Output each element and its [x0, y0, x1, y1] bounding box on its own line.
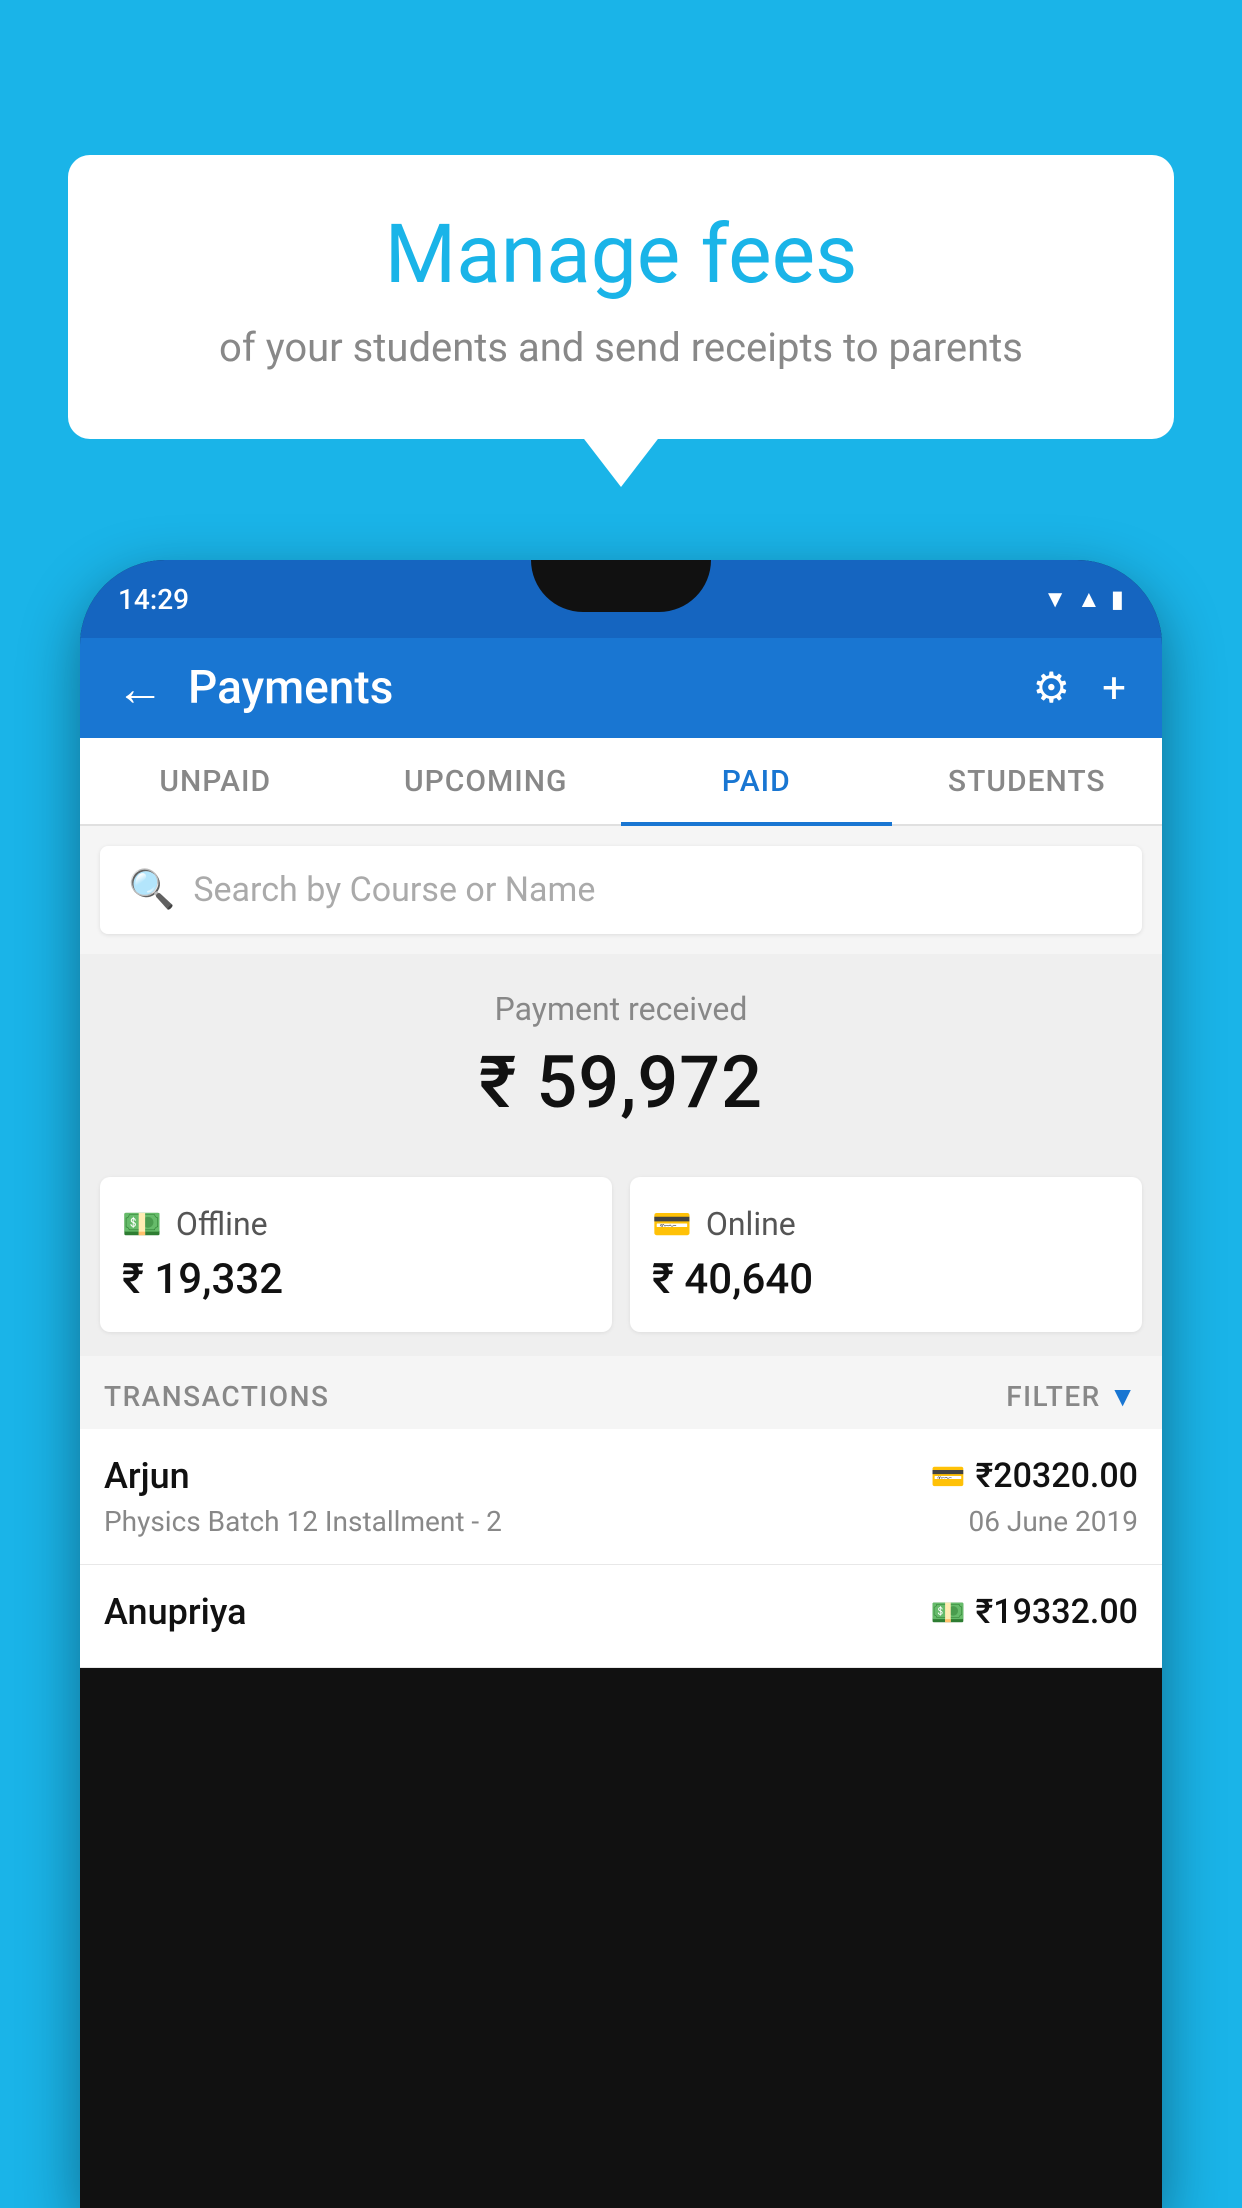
transactions-label: TRANSACTIONS — [104, 1380, 329, 1413]
transaction-name: Anupriya — [104, 1591, 247, 1633]
transaction-name: Arjun — [104, 1455, 190, 1497]
transaction-amount-wrap: 💳 ₹20320.00 — [931, 1456, 1138, 1496]
online-label: Online — [706, 1205, 796, 1243]
filter-label: FILTER — [1006, 1380, 1101, 1413]
speech-bubble: Manage fees of your students and send re… — [68, 155, 1174, 439]
header-right: ⚙ + — [1033, 663, 1127, 713]
table-row[interactable]: Arjun 💳 ₹20320.00 Physics Batch 12 Insta… — [80, 1429, 1162, 1565]
status-time: 14:29 — [118, 583, 189, 616]
offline-amount: ₹ 19,332 — [122, 1255, 590, 1304]
settings-icon[interactable]: ⚙ — [1033, 663, 1071, 713]
signal-icon: ▲ — [1077, 585, 1101, 614]
transaction-bottom: Physics Batch 12 Installment - 2 06 June… — [104, 1505, 1138, 1538]
filter-icon: ▼ — [1109, 1380, 1138, 1413]
offline-card-header: 💵 Offline — [122, 1205, 590, 1243]
online-card: 💳 Online ₹ 40,640 — [630, 1177, 1142, 1332]
tabs: UNPAID UPCOMING PAID STUDENTS — [80, 738, 1162, 826]
tab-paid[interactable]: PAID — [621, 738, 892, 824]
header-left: ← Payments — [116, 660, 393, 717]
offline-card: 💵 Offline ₹ 19,332 — [100, 1177, 612, 1332]
wifi-icon: ▼ — [1043, 585, 1067, 614]
transaction-top: Anupriya 💵 ₹19332.00 — [104, 1591, 1138, 1633]
payment-cards: 💵 Offline ₹ 19,332 💳 Online ₹ 40,640 — [80, 1153, 1162, 1356]
offline-label: Offline — [176, 1205, 268, 1243]
app-header-title: Payments — [188, 661, 393, 715]
transactions-header: TRANSACTIONS FILTER ▼ — [80, 1356, 1162, 1429]
online-card-header: 💳 Online — [652, 1205, 1120, 1243]
back-button[interactable]: ← — [116, 660, 164, 717]
online-icon: 💳 — [652, 1205, 692, 1243]
search-icon: 🔍 — [128, 868, 175, 912]
transaction-date: 06 June 2019 — [968, 1505, 1138, 1538]
phone-frame: 14:29 ▼ ▲ ▮ ← Payments ⚙ + UNPAID UPCOMI… — [80, 560, 1162, 2208]
bubble-subtitle: of your students and send receipts to pa… — [128, 322, 1114, 374]
phone-screen: 🔍 Search by Course or Name Payment recei… — [80, 826, 1162, 1668]
online-amount: ₹ 40,640 — [652, 1255, 1120, 1304]
transaction-amount: ₹19332.00 — [976, 1592, 1138, 1632]
bubble-title: Manage fees — [128, 210, 1114, 300]
table-row[interactable]: Anupriya 💵 ₹19332.00 — [80, 1565, 1162, 1668]
payment-type-icon: 💳 — [931, 1460, 966, 1493]
search-placeholder: Search by Course or Name — [193, 870, 595, 910]
app-header: ← Payments ⚙ + — [80, 638, 1162, 738]
filter-button[interactable]: FILTER ▼ — [1006, 1380, 1138, 1413]
transaction-course: Physics Batch 12 Installment - 2 — [104, 1505, 502, 1538]
payment-summary: Payment received ₹ 59,972 — [80, 954, 1162, 1153]
payment-total-amount: ₹ 59,972 — [100, 1040, 1142, 1125]
tab-unpaid[interactable]: UNPAID — [80, 738, 351, 824]
status-bar: 14:29 ▼ ▲ ▮ — [80, 560, 1162, 638]
add-icon[interactable]: + — [1102, 664, 1126, 713]
battery-icon: ▮ — [1111, 585, 1124, 613]
search-bar[interactable]: 🔍 Search by Course or Name — [100, 846, 1142, 934]
transaction-amount: ₹20320.00 — [976, 1456, 1138, 1496]
offline-icon: 💵 — [122, 1205, 162, 1243]
status-icons: ▼ ▲ ▮ — [1043, 585, 1124, 614]
tab-students[interactable]: STUDENTS — [892, 738, 1163, 824]
tab-upcoming[interactable]: UPCOMING — [351, 738, 622, 824]
payment-received-label: Payment received — [100, 990, 1142, 1028]
payment-type-icon: 💵 — [931, 1596, 966, 1629]
transaction-amount-wrap: 💵 ₹19332.00 — [931, 1592, 1138, 1632]
transaction-top: Arjun 💳 ₹20320.00 — [104, 1455, 1138, 1497]
